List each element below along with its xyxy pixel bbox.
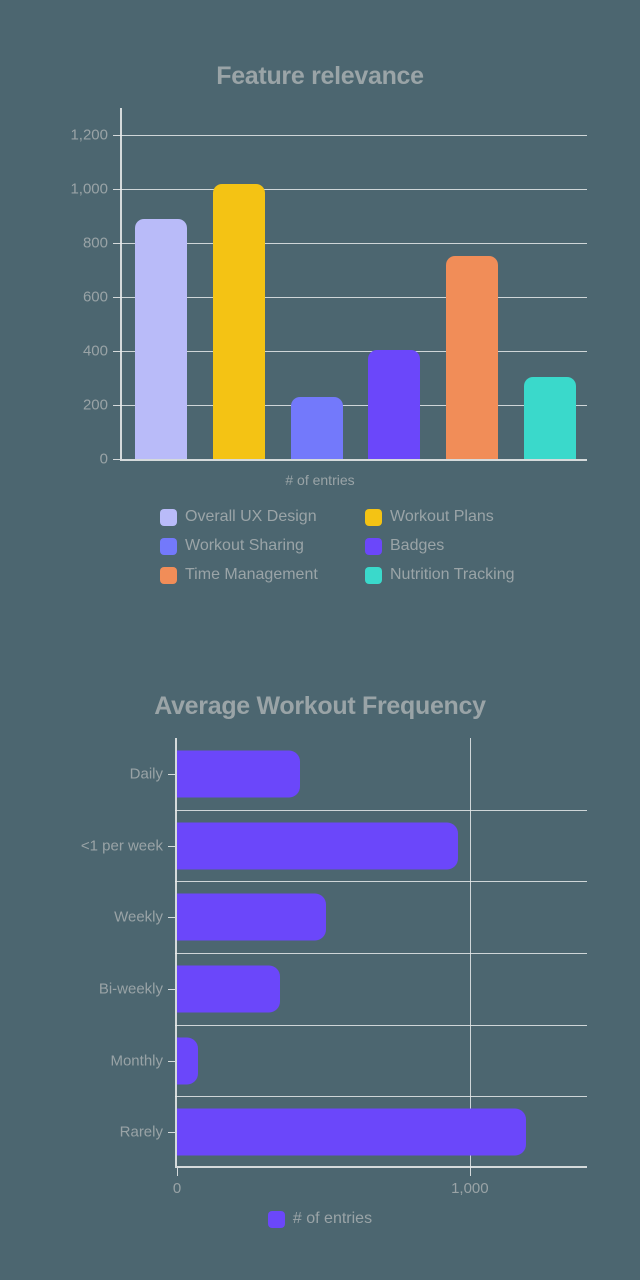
gridline (175, 953, 587, 954)
gridline (120, 351, 587, 352)
y-tick-label: 1,000 (70, 180, 108, 198)
average-workout-frequency-chart: Average Workout Frequency Daily <1 per we… (0, 640, 640, 1280)
gridline (175, 1096, 587, 1098)
y-tick-mark (113, 405, 120, 406)
legend-label: Workout Plans (390, 508, 494, 525)
x-tick-mark (469, 1168, 471, 1176)
y-tick-label: 200 (82, 396, 108, 414)
y-tick-mark (168, 1060, 175, 1062)
legend-item[interactable]: Time Management (160, 566, 365, 584)
y-tick-mark (168, 917, 175, 919)
bar[interactable] (177, 822, 459, 869)
category-label: Rarely (119, 1123, 163, 1141)
legend-item[interactable]: Nutrition Tracking (365, 566, 560, 584)
chart2-title: Average Workout Frequency (154, 692, 486, 720)
feature-relevance-chart: Feature relevance 0 200 400 600 800 1,000 1,20… (0, 0, 640, 640)
legend-swatch-icon (160, 537, 177, 555)
legend-swatch-icon (267, 1210, 285, 1228)
gridline (175, 809, 587, 811)
legend-swatch-icon (365, 566, 382, 584)
chart2-legend: # of entries (0, 1210, 640, 1228)
category-label: Daily (129, 765, 163, 783)
gridline (469, 738, 471, 1168)
y-tick-mark (113, 351, 120, 352)
legend-label: # of entries (292, 1210, 373, 1227)
legend-item[interactable]: Workout Sharing (160, 537, 365, 555)
y-tick-mark (113, 135, 120, 136)
bar[interactable] (446, 255, 499, 459)
y-tick-mark (168, 1132, 175, 1134)
chart2-x-axis-line (175, 1166, 587, 1168)
x-tick-label: 0 (172, 1180, 182, 1197)
y-tick-mark (113, 243, 120, 244)
legend-label: Time Management (185, 566, 318, 583)
legend-item[interactable]: Overall UX Design (160, 508, 365, 526)
bar[interactable] (524, 376, 577, 459)
bar[interactable] (368, 349, 421, 459)
legend-swatch-icon (160, 508, 177, 526)
chart1-y-axis-line (120, 108, 122, 461)
bar[interactable] (177, 750, 300, 798)
y-tick-mark (113, 189, 120, 190)
legend-swatch-icon (365, 537, 382, 555)
chart2-plot-area: Daily <1 per week Weekly Bi-weekly Monthly Ra… (81, 738, 587, 1197)
y-tick-mark (168, 988, 175, 990)
y-tick-label: 600 (82, 288, 108, 306)
legend-label: Workout Sharing (185, 537, 304, 554)
legend-label: Overall UX Design (185, 508, 317, 525)
bar[interactable] (290, 396, 343, 459)
chart1-title: Feature relevance (216, 62, 424, 90)
legend-label: Nutrition Tracking (390, 566, 515, 583)
legend-label: Badges (390, 537, 445, 554)
gridline (120, 405, 587, 406)
category-label: Bi-weekly (98, 980, 163, 998)
legend-item[interactable]: # of entries (267, 1210, 373, 1228)
category-label: <1 per week (80, 837, 163, 854)
gridline (175, 881, 587, 883)
bar[interactable] (134, 218, 187, 459)
legend-swatch-icon (365, 508, 382, 526)
gridline (120, 189, 587, 190)
y-tick-label: 1,200 (70, 126, 108, 144)
chart1-x-axis-line (120, 459, 587, 461)
y-tick-mark (113, 297, 120, 298)
category-label: Weekly (114, 908, 163, 926)
y-tick-label: 800 (82, 234, 108, 252)
y-tick-mark (113, 459, 120, 460)
x-tick-label: 1,000 (451, 1180, 489, 1197)
legend-item[interactable]: Workout Plans (365, 508, 560, 526)
bar[interactable] (177, 893, 327, 941)
y-tick-label: 0 (99, 450, 108, 468)
y-tick-mark (168, 845, 175, 847)
chart1-x-axis-title: # of entries (285, 472, 355, 488)
gridline (120, 243, 587, 244)
chart1-plot-area: 0 200 400 600 800 1,000 1,200 (70, 108, 587, 468)
bar[interactable] (177, 965, 280, 1013)
gridline (120, 297, 587, 298)
legend-swatch-icon (160, 566, 177, 584)
gridline (120, 135, 587, 136)
bar[interactable] (212, 183, 265, 459)
y-tick-mark (168, 773, 175, 775)
legend-item[interactable]: Badges (365, 537, 560, 555)
y-tick-label: 400 (82, 342, 108, 360)
category-label: Monthly (110, 1052, 163, 1069)
bar[interactable] (177, 1108, 526, 1156)
bar[interactable] (177, 1037, 198, 1084)
chart1-legend: Overall UX Design Workout Plans Workout Sh… (160, 508, 560, 584)
gridline (175, 1024, 587, 1026)
x-tick-mark (177, 1168, 178, 1176)
